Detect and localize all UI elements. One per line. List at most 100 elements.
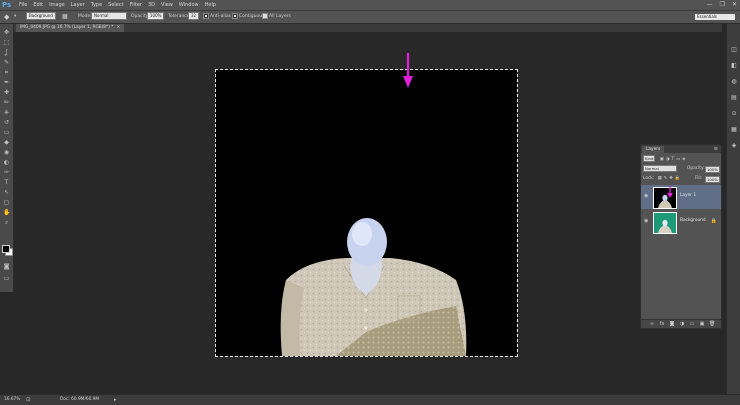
layer-opacity-field[interactable]: 100% [705,166,720,173]
menu-layer[interactable]: Layer [71,0,85,10]
layer-name[interactable]: Layer 1 [680,193,696,198]
blur-icon[interactable]: ◉ [3,150,10,156]
layer-filter-row: Kind ▣◑T▭◈ [643,155,719,163]
menu-help[interactable]: Help [205,0,216,10]
toolbox: ✥ ⬚ ʆ ✎ ⌗ ✒ ✚ ✏ ⎈ ↺ ▭ ◆ ◉ ◐ ✑ T ↖ ▢ ✋ ⌕ ◙ ▭ [0,24,14,292]
lasso-icon[interactable]: ʆ [3,50,10,56]
new-group-icon[interactable]: ▭ [689,321,695,327]
status-icon[interactable]: ⊡ [26,397,32,403]
menu-type[interactable]: Type [91,0,102,10]
visibility-eye-icon[interactable]: ◉ [644,194,650,199]
close-icon[interactable]: ✕ [732,1,737,9]
panel-dock: ◫ ◧ ◍ ▤ ⊙ ▦ ◈ [726,24,740,394]
pen-icon[interactable]: ✑ [3,170,10,176]
pattern-picker-icon[interactable]: ▦ [62,11,68,23]
tab-layers[interactable]: Layers [642,146,665,153]
paint-bucket-tool-icon[interactable]: ◆ [4,11,9,23]
contiguous-option[interactable]: Contiguous [232,11,264,23]
link-layers-icon[interactable]: ∞ [649,321,655,327]
properties-icon[interactable]: ◧ [730,62,738,69]
menu-select[interactable]: Select [108,0,123,10]
hand-icon[interactable]: ✋ [3,210,10,216]
swatches-icon[interactable]: ▦ [730,126,738,133]
move-icon[interactable]: ✥ [3,30,10,36]
lock-row: Lock: ▦✎✥🔒 Fill: 100% [643,175,720,183]
layer-opacity-label: Opacity: [687,166,705,171]
blend-row: Normal Opacity: 100% [643,165,720,173]
selection-marquee [215,69,518,357]
crop-icon[interactable]: ⌗ [3,70,10,76]
clone-stamp-icon[interactable]: ⎈ [3,110,10,116]
antialias-option[interactable]: Anti-alias [203,11,231,23]
brush-panel-icon[interactable]: ⊙ [730,110,738,117]
adjustments-icon[interactable]: ◍ [730,78,738,85]
fill-field[interactable]: 100% [705,176,720,183]
layer-row-background[interactable]: ◉ Background 🔒 [641,210,721,234]
dodge-icon[interactable]: ◐ [3,160,10,166]
document-tab-title: IMG_0409.JPG @ 16.7% (Layer 1, RGB/8*) * [20,25,114,30]
add-mask-icon[interactable]: ◙ [669,321,675,327]
type-icon[interactable]: T [3,180,10,186]
lock-icon: 🔒 [710,218,717,224]
filter-kind-dropdown[interactable]: Kind [643,155,656,162]
screen-mode-icon[interactable]: ▭ [3,276,10,282]
eraser-icon[interactable]: ▭ [3,130,10,136]
marquee-icon[interactable]: ⬚ [3,40,10,46]
window-controls: — ❐ ✕ [707,1,737,9]
layer-row-layer-1[interactable]: ◉ Layer 1 [641,185,721,209]
menu-file[interactable]: File [19,0,27,10]
menu-view[interactable]: View [161,0,173,10]
eyedropper-icon[interactable]: ✒ [3,80,10,86]
foreground-color-swatch[interactable] [2,245,10,253]
tool-preset-picker[interactable]: ▾ [14,11,16,23]
antialias-checkbox[interactable] [203,12,209,19]
history-brush-icon[interactable]: ↺ [3,120,10,126]
menu-filter[interactable]: Filter [130,0,142,10]
opacity-field[interactable]: 100% [147,11,165,20]
document-tab[interactable]: IMG_0409.JPG @ 16.7% (Layer 1, RGB/8*) *… [16,24,125,32]
paint-bucket-icon[interactable]: ◆ [3,140,10,146]
lock-label: Lock: [643,176,655,181]
blend-mode-dropdown[interactable]: Normal [643,165,677,172]
zoom-icon[interactable]: ⌕ [3,220,10,226]
layers-panel-footer: ∞ fx ◙ ◑ ▭ ▣ 🗑 [641,319,721,328]
layers-panel-icon[interactable]: ◈ [730,142,738,149]
lock-icons[interactable]: ▦✎✥🔒 [658,176,683,181]
rectangle-icon[interactable]: ▢ [3,200,10,206]
quick-mask-icon[interactable]: ◙ [3,264,10,270]
mode-dropdown[interactable]: Normal [91,11,127,20]
layer-name[interactable]: Background [680,218,706,223]
mode-label: Mode: [78,14,92,19]
brush-icon[interactable]: ✏ [3,100,10,106]
workspace-switcher[interactable]: Essentials [695,14,735,20]
tab-close-icon[interactable]: × [117,25,121,30]
quick-select-icon[interactable]: ✎ [3,60,10,66]
history-icon[interactable]: ◫ [730,46,738,53]
menu-window[interactable]: Window [179,0,199,10]
new-layer-icon[interactable]: ▣ [699,321,705,327]
path-select-icon[interactable]: ↖ [3,190,10,196]
all-layers-option[interactable]: All Layers [262,11,291,23]
visibility-eye-icon[interactable]: ◉ [644,219,650,224]
healing-brush-icon[interactable]: ✚ [3,90,10,96]
styles-icon[interactable]: ▤ [730,94,738,101]
all-layers-checkbox[interactable] [262,12,268,19]
fill-source-dropdown[interactable]: Background [26,11,56,20]
contiguous-checkbox[interactable] [232,12,238,19]
panel-menu-icon[interactable]: ≡ [714,145,718,153]
all-layers-label: All Layers [269,14,291,19]
filter-icons[interactable]: ▣◑T▭◈ [660,157,688,162]
adjustment-layer-icon[interactable]: ◑ [679,321,685,327]
layer-1-thumbnail [653,187,677,209]
delete-layer-icon[interactable]: 🗑 [709,321,715,327]
menu-edit[interactable]: Edit [33,0,43,10]
tolerance-field[interactable]: 32 [188,11,200,20]
minimize-icon[interactable]: — [707,1,713,9]
restore-icon[interactable]: ❐ [720,1,725,9]
fx-icon[interactable]: fx [659,321,665,327]
layer-annotation-arrow-icon [667,186,673,198]
menu-bar: Ps File Edit Image Layer Type Select Fil… [0,0,740,11]
antialias-label: Anti-alias [210,14,231,19]
menu-3d[interactable]: 3D [148,0,155,10]
menu-image[interactable]: Image [49,0,65,10]
